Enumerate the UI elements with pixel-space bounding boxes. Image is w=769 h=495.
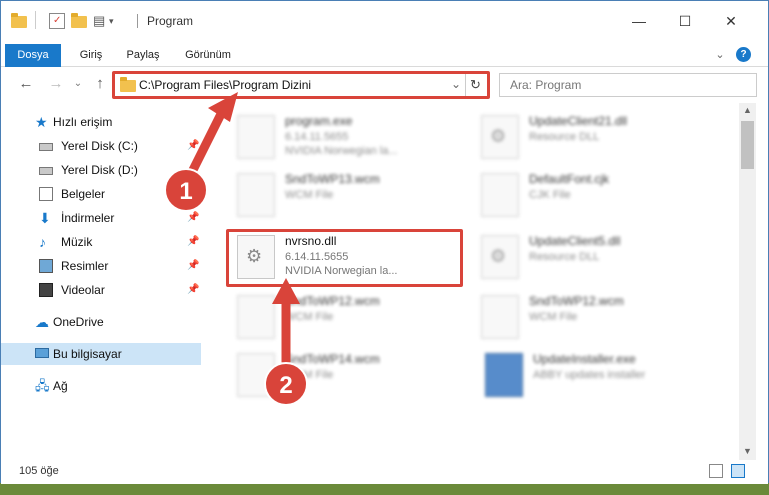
arrow-2-head — [272, 278, 300, 304]
annotation-arrows — [183, 92, 300, 367]
step-2-badge: 2 — [264, 362, 308, 406]
arrow-1-head — [208, 92, 238, 122]
step-1-badge: 1 — [164, 168, 208, 212]
